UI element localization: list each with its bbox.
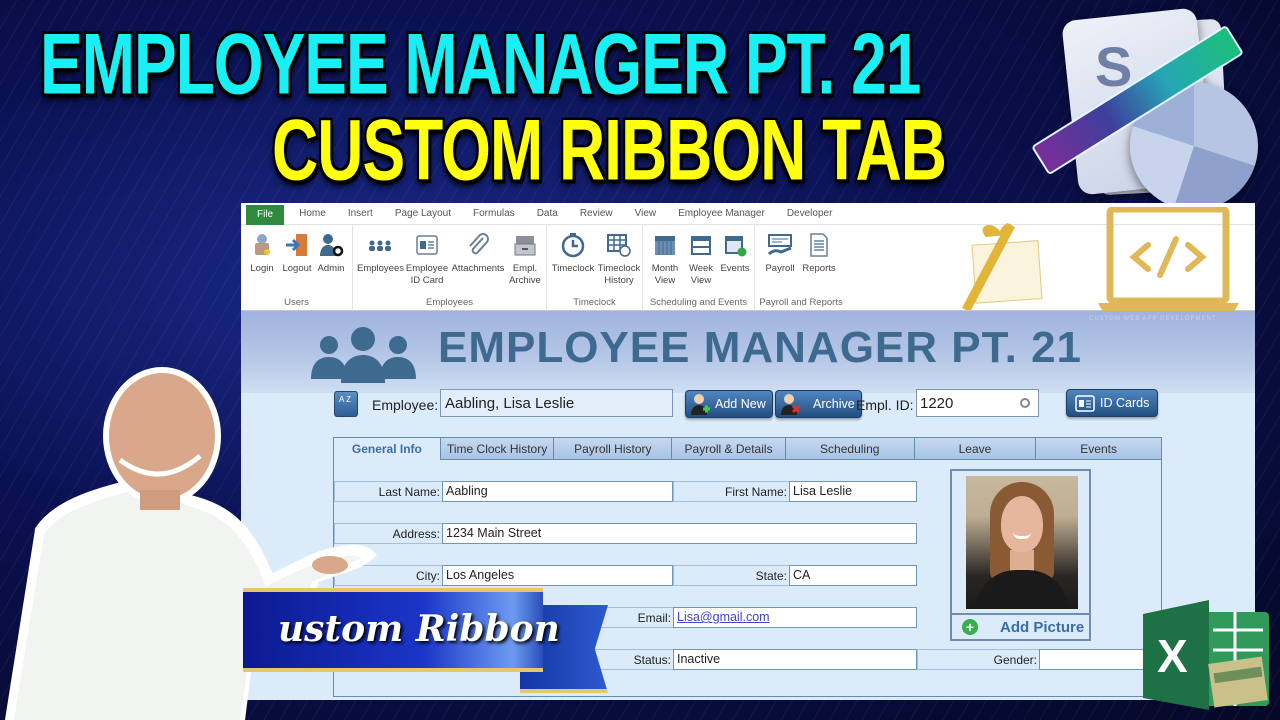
tab-file[interactable]: File <box>246 204 285 225</box>
tab-view[interactable]: View <box>624 208 668 219</box>
events-button[interactable]: Events <box>719 231 751 275</box>
add-new-button[interactable]: Add New <box>685 390 773 418</box>
empl-archive-button[interactable]: Empl. Archive <box>507 231 543 287</box>
empl-id-label: Empl. ID: <box>856 397 914 413</box>
week-view-button[interactable]: Week View <box>685 231 717 287</box>
paperclip-icon <box>464 231 492 259</box>
group-label-users: Users <box>284 297 309 308</box>
logout-button[interactable]: Logout <box>279 231 315 275</box>
add-picture-label: Add Picture <box>1000 618 1085 636</box>
address-input[interactable]: 1234 Main Street <box>442 523 917 544</box>
email-link[interactable]: Lisa@gmail.com <box>673 607 917 628</box>
last-name-input[interactable]: Aabling <box>442 481 673 502</box>
tab-employee-manager[interactable]: Employee Manager <box>667 208 776 219</box>
employee-id-card-button[interactable]: Employee ID Card <box>405 231 449 287</box>
add-user-icon <box>691 394 710 415</box>
id-card-icon <box>1075 395 1095 412</box>
report-document-icon <box>805 231 833 259</box>
last-name-row: Last Name: Aabling First Name: Lisa Lesl… <box>334 481 917 502</box>
city-row: City: Los Angeles State: CA <box>334 565 917 586</box>
admin-button[interactable]: Admin <box>315 231 347 275</box>
first-name-input[interactable]: Lisa Leslie <box>789 481 917 502</box>
form-tab-events[interactable]: Events <box>1036 438 1161 460</box>
add-picture-button[interactable]: + Add Picture <box>952 613 1089 639</box>
group-label-scheduling: Scheduling and Events <box>649 297 748 308</box>
timeclock-button[interactable]: Timeclock <box>551 231 595 275</box>
group-label-payroll: Payroll and Reports <box>759 297 843 308</box>
form-tab-scheduling[interactable]: Scheduling <box>785 438 915 460</box>
laptop-caption: CUSTOM WEB APP DEVELOPMENT <box>1089 316 1217 322</box>
tab-review[interactable]: Review <box>569 208 624 219</box>
ribbon-group-scheduling: Month View Week View Events Scheduling a… <box>643 225 755 311</box>
login-button[interactable]: Login <box>246 231 278 275</box>
gift-card-icon <box>962 222 1043 310</box>
ribbon-group-employees: Employees Employee ID Card Attachments E… <box>353 225 547 311</box>
month-view-button[interactable]: Month View <box>647 231 683 287</box>
calendar-month-icon <box>651 231 679 259</box>
svg-text:X: X <box>1157 630 1188 682</box>
status-input[interactable]: Inactive <box>673 649 917 670</box>
tab-home[interactable]: Home <box>288 208 337 219</box>
id-card-icon <box>413 231 441 259</box>
clock-icon <box>559 231 587 259</box>
tab-insert[interactable]: Insert <box>337 208 384 219</box>
archive-button[interactable]: Archive <box>775 390 862 418</box>
reports-button[interactable]: Reports <box>799 231 839 275</box>
form-tab-payroll-history[interactable]: Payroll History <box>554 438 673 460</box>
timeclock-history-button[interactable]: Timeclock History <box>597 231 641 287</box>
employee-label: Employee: <box>372 397 439 413</box>
form-tab-time-clock-history[interactable]: Time Clock History <box>440 438 555 460</box>
state-input[interactable]: CA <box>789 565 917 586</box>
employee-dropdown[interactable]: Aabling, Lisa Leslie <box>440 389 673 417</box>
address-row: Address: 1234 Main Street <box>334 523 917 544</box>
ribbon-banner-text: ustom Ribbon <box>278 608 560 650</box>
tab-page-layout[interactable]: Page Layout <box>384 208 462 219</box>
custom-ribbon-logo-icon: S <box>1030 4 1270 210</box>
employee-photo <box>966 476 1078 609</box>
payroll-check-icon <box>766 231 794 259</box>
calendar-check-icon <box>721 231 749 259</box>
plus-circle-icon: + <box>962 619 978 635</box>
lock-user-icon <box>248 231 276 259</box>
table-clock-icon <box>605 231 633 259</box>
thumbnail-title-line1: EMPLOYEE MANAGER PT. 21 <box>40 15 921 113</box>
ribbon-group-timeclock: Timeclock Timeclock History Timeclock <box>547 225 643 311</box>
tab-data[interactable]: Data <box>526 208 569 219</box>
attachments-button[interactable]: Attachments <box>450 231 506 275</box>
ribbon-group-payroll: Payroll Reports Payroll and Reports <box>755 225 847 311</box>
remove-user-icon <box>781 394 800 415</box>
employee-photo-box: + Add Picture <box>950 469 1091 641</box>
people-group-icon <box>366 231 394 259</box>
group-label-timeclock: Timeclock <box>573 297 616 308</box>
id-cards-button[interactable]: ID Cards <box>1066 389 1159 417</box>
empl-id-input[interactable]: 1220 <box>916 389 1039 417</box>
laptop-code-icon <box>1098 207 1239 317</box>
group-label-employees: Employees <box>426 297 473 308</box>
tab-developer[interactable]: Developer <box>776 208 844 219</box>
form-tab-leave[interactable]: Leave <box>914 438 1037 460</box>
form-tab-payroll-details[interactable]: Payroll & Details <box>672 438 786 460</box>
payroll-button[interactable]: Payroll <box>763 231 797 275</box>
form-tab-strip: General Info Time Clock History Payroll … <box>334 438 1161 460</box>
app-title: EMPLOYEE MANAGER PT. 21 <box>438 323 1083 372</box>
empl-id-value: 1220 <box>920 395 954 412</box>
ribbon-group-users: Login Logout Admin Users <box>241 225 353 311</box>
search-circle-icon[interactable] <box>1020 398 1030 408</box>
thumbnail-title-line2: CUSTOM RIBBON TAB <box>272 101 947 199</box>
city-input[interactable]: Los Angeles <box>442 565 673 586</box>
gender-label: Gender: <box>917 649 1039 670</box>
archive-drawer-icon <box>511 231 539 259</box>
admin-gear-icon <box>317 231 345 259</box>
excel-logo-icon: X <box>1143 600 1269 710</box>
state-label: State: <box>673 565 789 586</box>
first-name-label: First Name: <box>673 481 789 502</box>
employees-button[interactable]: Employees <box>357 231 404 275</box>
door-exit-icon <box>283 231 311 259</box>
calendar-week-icon <box>687 231 715 259</box>
tab-formulas[interactable]: Formulas <box>462 208 526 219</box>
